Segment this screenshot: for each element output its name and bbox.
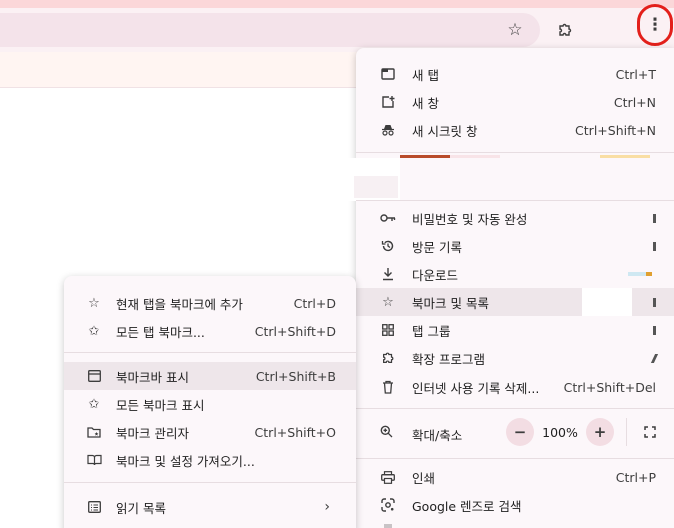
- menu-item-label: 확장 프로그램: [412, 351, 485, 367]
- menu-item-label: 방문 기록: [412, 239, 462, 255]
- menu-item-shortcut: Ctrl+P: [615, 469, 656, 485]
- highlight-gap: [582, 288, 632, 316]
- menu-item-google-lens[interactable]: Google 렌즈로 검색: [356, 491, 674, 519]
- menu-item-label: 모든 북마크 표시: [116, 397, 205, 413]
- menu-item-history[interactable]: 방문 기록: [356, 232, 674, 260]
- address-bar[interactable]: [0, 13, 540, 47]
- menu-item-label: 북마크 및 설정 가져오기...: [116, 453, 255, 469]
- submenu-arrow-icon: [653, 241, 656, 251]
- submenu-item-bookmark-tab[interactable]: ☆ 현재 탭을 북마크에 추가 Ctrl+D: [64, 289, 356, 317]
- menu-item-shortcut: Ctrl+N: [613, 94, 656, 110]
- zoom-level: 100%: [542, 425, 578, 440]
- history-icon: [380, 238, 396, 254]
- menu-divider: [356, 200, 674, 201]
- menu-item-label: 인쇄: [412, 470, 436, 486]
- zoom-divider: [626, 418, 627, 446]
- new-window-icon: [380, 94, 396, 110]
- menu-item-shortcut: Ctrl+Shift+B: [255, 368, 336, 384]
- submenu-arrow-icon: [653, 213, 656, 223]
- menu-item-new-tab[interactable]: 새 탭 Ctrl+T: [356, 60, 674, 88]
- submenu-arrow-icon: [653, 297, 656, 307]
- menu-divider: [64, 352, 356, 353]
- profile-color-bar: [450, 155, 500, 158]
- menu-divider: [64, 482, 356, 483]
- submenu-item-import-bookmarks[interactable]: 북마크 및 설정 가져오기...: [64, 446, 356, 474]
- zoom-label: 확대/축소: [412, 428, 463, 443]
- menu-item-new-incognito[interactable]: 새 시크릿 창 Ctrl+Shift+N: [356, 116, 674, 144]
- zoom-control-row: 확대/축소 − 100% +: [356, 418, 674, 448]
- folder-star-icon: [86, 424, 102, 440]
- lens-icon: [380, 497, 396, 513]
- puzzle-icon[interactable]: [551, 16, 579, 44]
- bookmarks-submenu: ☆ 현재 탭을 북마크에 추가 Ctrl+D ✩ 모든 탭 북마크... Ctr…: [64, 276, 356, 528]
- profile-color-bar: [400, 155, 450, 158]
- book-icon: [86, 452, 102, 468]
- bookmark-bar-icon: [86, 368, 102, 384]
- menu-item-label: 모든 탭 북마크...: [116, 324, 205, 340]
- menu-item-clear-browsing-data[interactable]: 인터넷 사용 기록 삭제... Ctrl+Shift+Del: [356, 373, 674, 401]
- menu-item-label: 현재 탭을 북마크에 추가: [116, 296, 243, 312]
- partial-icon: [384, 524, 392, 528]
- chevron-right-icon: ›: [324, 499, 330, 515]
- menu-item-extensions[interactable]: 확장 프로그램: [356, 344, 674, 372]
- profile-region-mask: [354, 176, 398, 198]
- submenu-item-show-bookmark-bar[interactable]: 북마크바 표시 Ctrl+Shift+B: [64, 362, 356, 390]
- grid-icon: [380, 322, 396, 338]
- menu-divider: [356, 458, 674, 459]
- menu-item-label: 다운로드: [412, 267, 459, 283]
- menu-item-new-window[interactable]: 새 창 Ctrl+N: [356, 88, 674, 116]
- menu-item-downloads[interactable]: 다운로드: [356, 260, 674, 288]
- incognito-icon: [380, 122, 396, 138]
- menu-item-label: 북마크 및 목록: [412, 295, 489, 311]
- submenu-item-reading-list[interactable]: 읽기 목록 ›: [64, 493, 356, 521]
- menu-item-label: Google 렌즈로 검색: [412, 498, 522, 514]
- submenu-item-show-all-bookmarks[interactable]: ✩ 모든 북마크 표시: [64, 390, 356, 418]
- new-tab-icon: [380, 66, 396, 82]
- menu-item-label: 새 탭: [412, 67, 439, 83]
- zoom-out-button[interactable]: −: [506, 418, 534, 446]
- download-icon: [380, 266, 396, 282]
- menu-item-print[interactable]: 인쇄 Ctrl+P: [356, 463, 674, 491]
- menu-item-label: 북마크 관리자: [116, 425, 189, 441]
- menu-item-shortcut: Ctrl+Shift+D: [254, 323, 336, 339]
- star-multi-icon: ✩: [88, 396, 100, 412]
- menu-item-label: 읽기 목록: [116, 500, 166, 516]
- menu-item-shortcut: Ctrl+D: [293, 295, 336, 311]
- menu-item-shortcut: Ctrl+Shift+Del: [563, 379, 656, 395]
- kebab-menu-icon[interactable]: ⋮: [637, 4, 673, 46]
- menu-divider: [356, 408, 674, 409]
- chrome-main-menu: 새 탭 Ctrl+T 새 창 Ctrl+N 새 시크릿 창 Ctrl+Shift…: [348, 48, 674, 528]
- star-multi-icon: ✩: [88, 323, 100, 339]
- menu-divider: [356, 152, 674, 153]
- menu-item-shortcut: Ctrl+T: [615, 66, 656, 82]
- zoom-in-button[interactable]: +: [586, 418, 614, 446]
- profile-color-bar: [600, 155, 650, 158]
- download-progress-indicator: [646, 272, 652, 276]
- menu-item-label: 인터넷 사용 기록 삭제...: [412, 380, 540, 396]
- reading-list-icon: [86, 499, 102, 515]
- menu-item-passwords[interactable]: 비밀번호 및 자동 완성: [356, 204, 674, 232]
- puzzle-icon: [380, 350, 396, 366]
- submenu-arrow-icon: [650, 353, 659, 363]
- menu-item-tab-groups[interactable]: 탭 그룹: [356, 316, 674, 344]
- menu-item-label: 새 창: [412, 95, 439, 111]
- star-icon: ☆: [382, 294, 394, 310]
- menu-item-shortcut: Ctrl+Shift+O: [254, 424, 336, 440]
- zoom-icon: [380, 425, 393, 442]
- menu-item-label: 북마크바 표시: [116, 369, 189, 385]
- submenu-item-bookmark-manager[interactable]: 북마크 관리자 Ctrl+Shift+O: [64, 418, 356, 446]
- bookmark-star-icon[interactable]: ☆: [501, 16, 529, 44]
- fullscreen-icon[interactable]: [636, 418, 664, 446]
- printer-icon: [380, 469, 396, 485]
- menu-item-label: 비밀번호 및 자동 완성: [412, 211, 528, 227]
- menu-item-label: 탭 그룹: [412, 323, 451, 339]
- menu-item-shortcut: Ctrl+Shift+N: [575, 122, 656, 138]
- title-bar-strip: [0, 0, 674, 8]
- key-icon: [380, 210, 396, 226]
- submenu-arrow-icon: [653, 325, 656, 335]
- trash-icon: [380, 379, 396, 395]
- menu-item-label: 새 시크릿 창: [412, 123, 478, 139]
- submenu-item-bookmark-all-tabs[interactable]: ✩ 모든 탭 북마크... Ctrl+Shift+D: [64, 317, 356, 345]
- star-icon: ☆: [88, 295, 100, 311]
